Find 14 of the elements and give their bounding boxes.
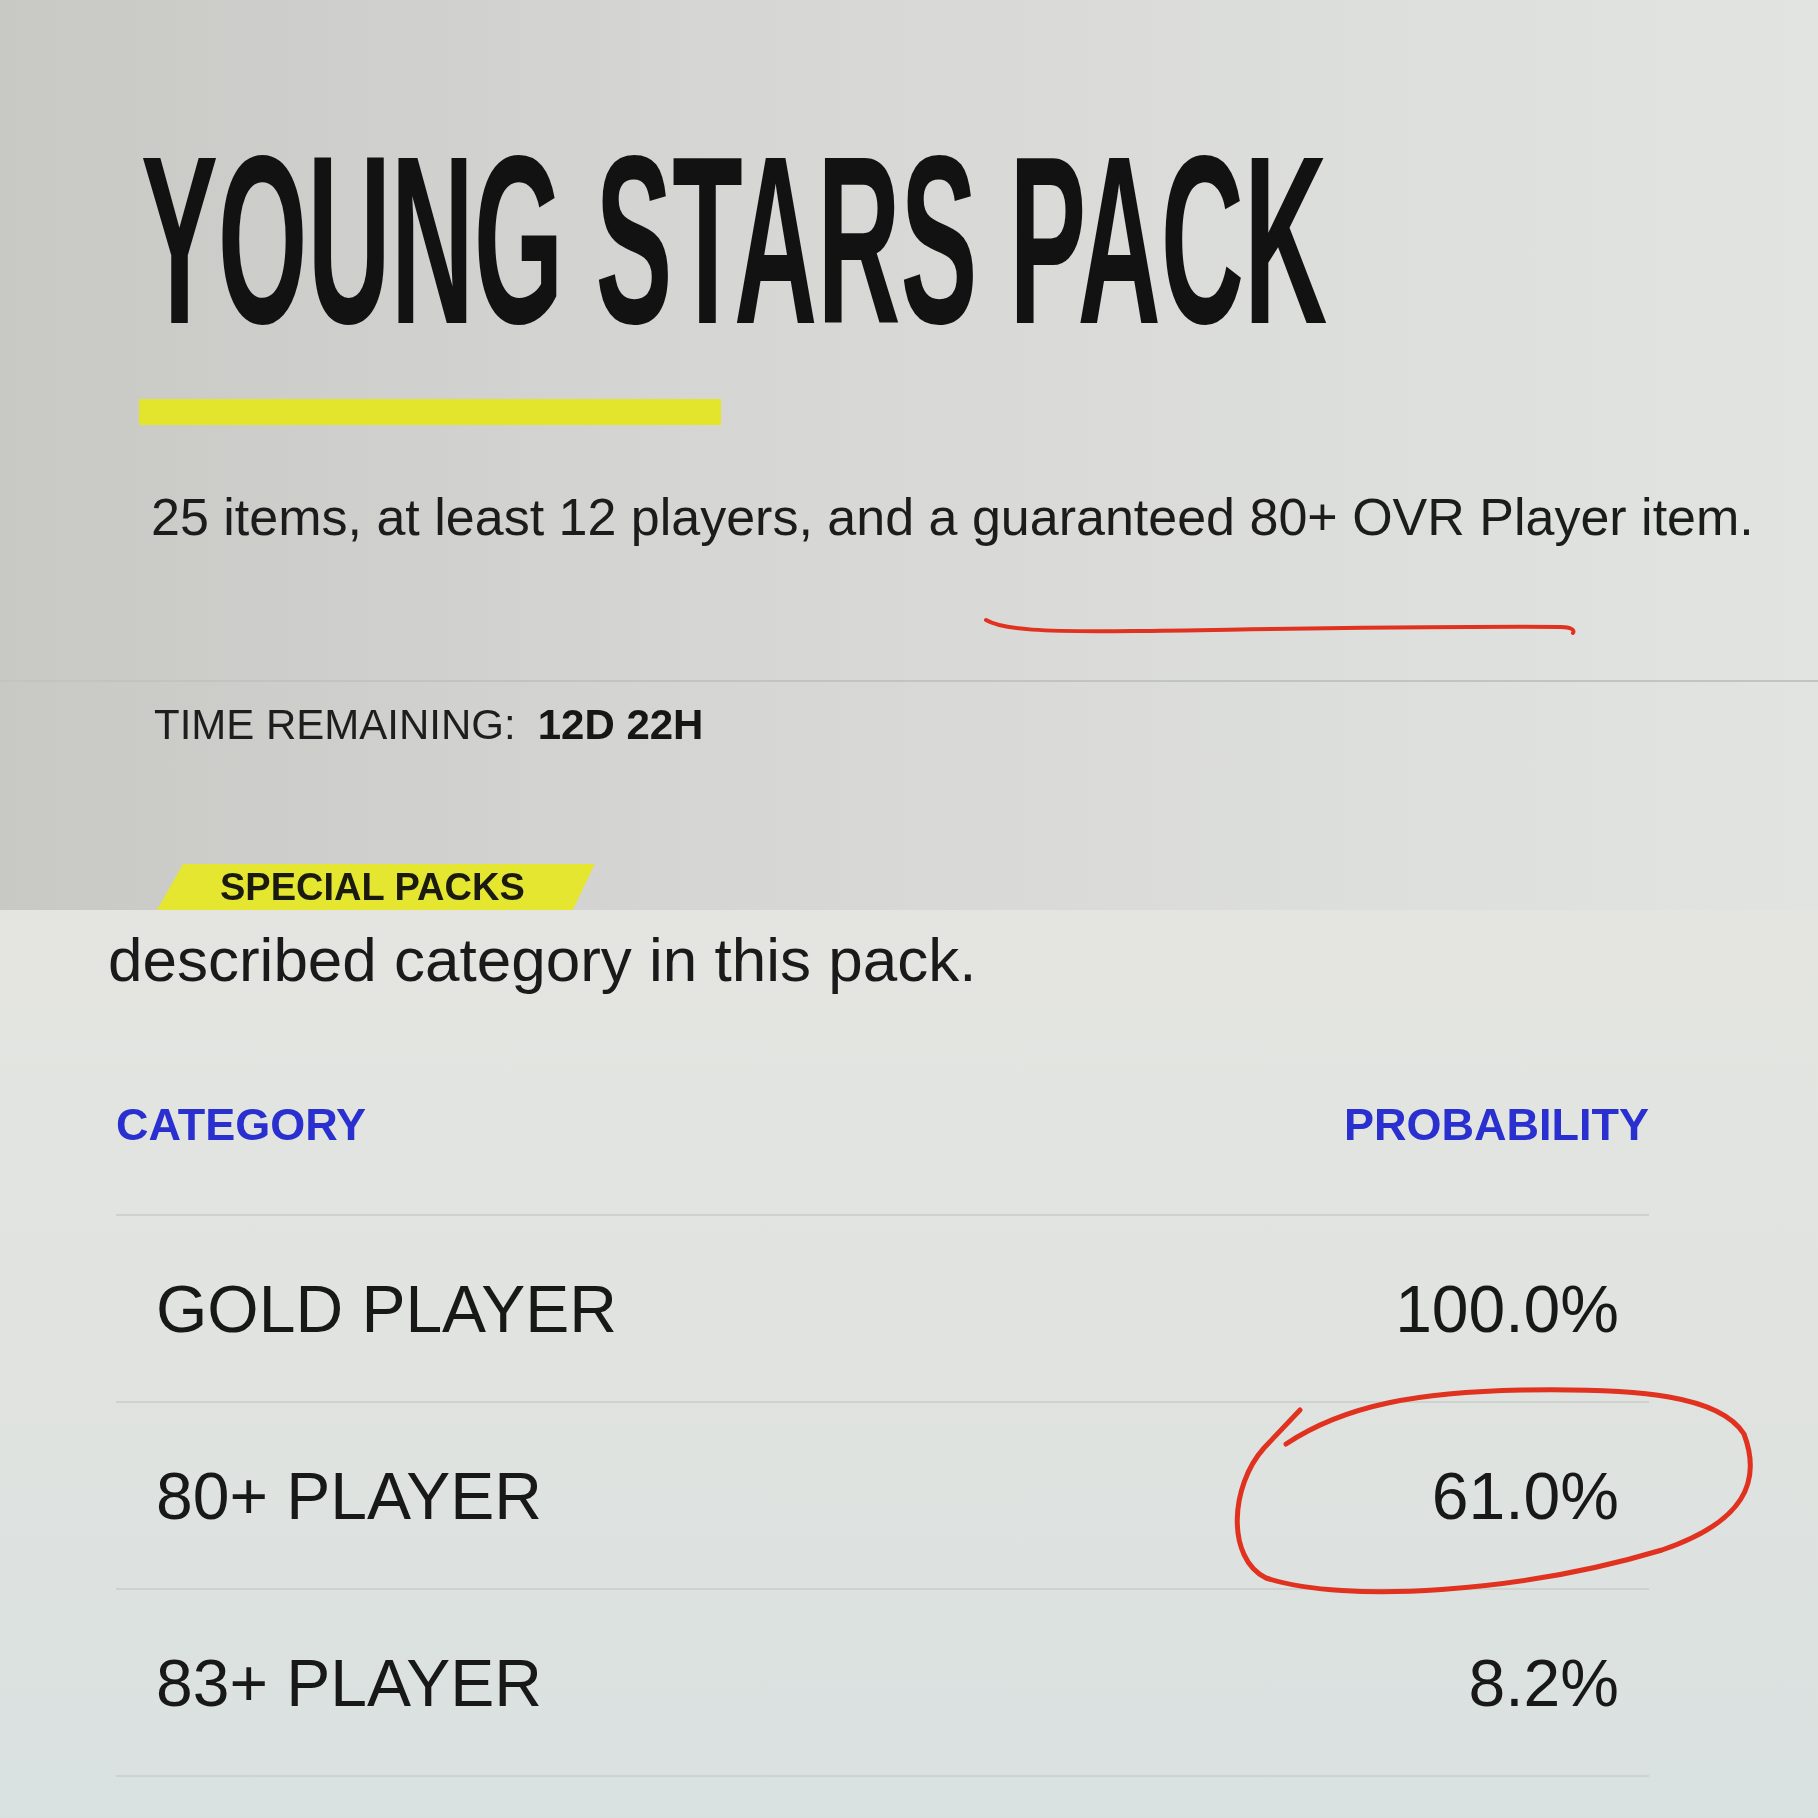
category-cell-text: 83+ PLAYER	[156, 1644, 542, 1722]
column-header: CATEGORY	[116, 1098, 366, 1152]
probability-cell-text: 100.0%	[1395, 1270, 1619, 1348]
category-cell-text: GOLD PLAYER	[156, 1270, 617, 1348]
odds-note: described category in this pack.	[108, 924, 977, 996]
category-cell-text: 80+ PLAYER	[156, 1457, 542, 1535]
pack-description: 25 items, at least 12 players, and a guaranteed 80+ OVR Player item.	[151, 487, 1754, 548]
probability-cell-text: 61.0%	[1431, 1457, 1619, 1535]
time-remaining-value: 12D 22H	[537, 700, 704, 750]
probability-cell-text: 8.2%	[1468, 1644, 1619, 1722]
pack-title: YOUNG STARS PACK	[141, 144, 1328, 336]
category-tag: SPECIAL PACKS	[157, 864, 595, 910]
time-remaining-label: TIME REMAINING:	[154, 700, 516, 750]
column-header: PROBABILITY	[1344, 1098, 1649, 1152]
